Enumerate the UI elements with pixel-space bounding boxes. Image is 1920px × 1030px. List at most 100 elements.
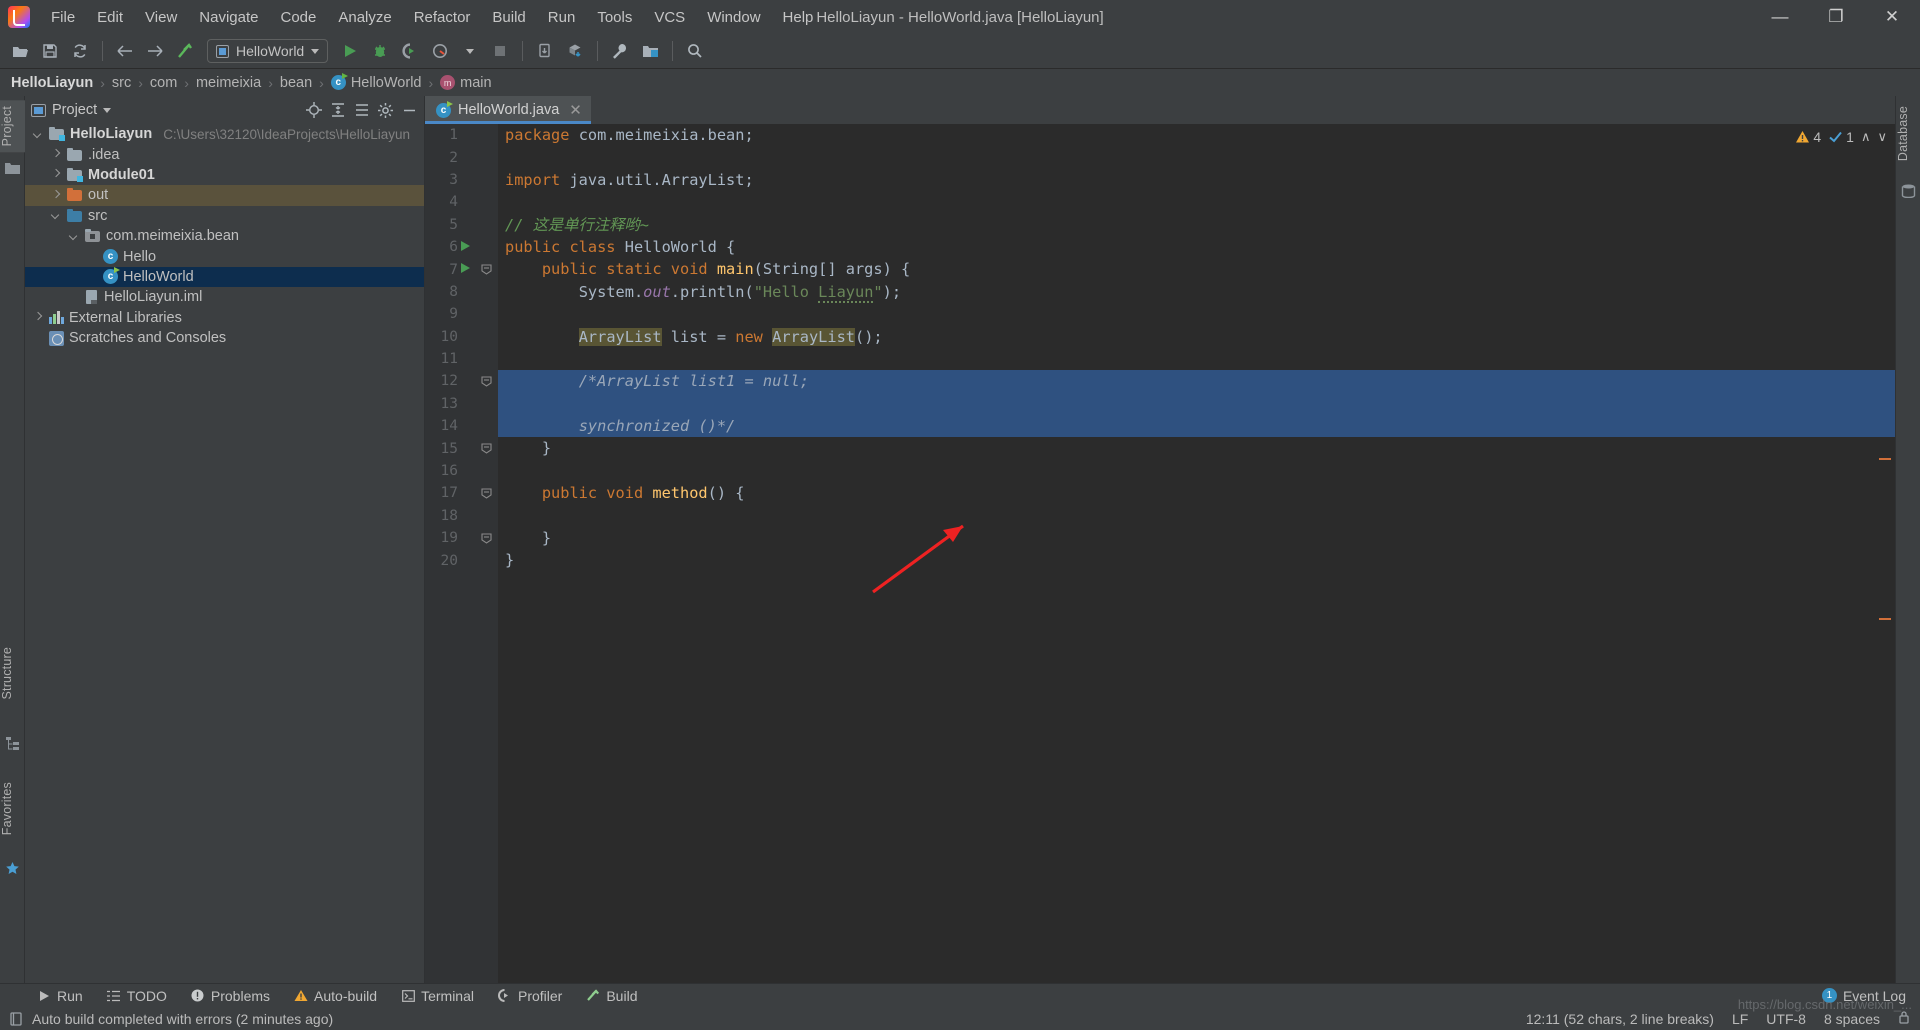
chevron-down-icon[interactable] <box>456 38 484 64</box>
editor-tab-helloworld[interactable]: c HelloWorld.java ✕ <box>425 96 591 124</box>
breadcrumb-item-meimeixia[interactable]: meimeixia <box>193 75 264 91</box>
search-everywhere-icon[interactable] <box>681 38 709 64</box>
star-icon[interactable] <box>5 861 20 876</box>
gutter-line[interactable]: 15 <box>425 437 498 459</box>
gutter-line[interactable]: 14 <box>425 415 498 437</box>
database-icon[interactable] <box>1901 184 1916 199</box>
file-encoding[interactable]: UTF-8 <box>1766 1011 1806 1027</box>
debug-button[interactable] <box>366 38 394 64</box>
tool-window-database[interactable]: Database <box>1896 100 1920 167</box>
next-problem-icon[interactable]: ∨ <box>1877 129 1887 145</box>
gutter-line[interactable]: 7 <box>425 258 498 280</box>
code-line[interactable]: // 这是单行注释哟~ <box>498 214 1895 236</box>
commit-icon[interactable] <box>561 38 589 64</box>
settings-wrench-icon[interactable] <box>606 38 634 64</box>
code-scroll-area[interactable]: package com.meimeixia.bean; import java.u… <box>498 124 1895 983</box>
code-line[interactable] <box>498 392 1895 416</box>
menu-item-navigate[interactable]: Navigate <box>188 5 269 30</box>
code-line[interactable]: ArrayList list = new ArrayList(); <box>498 326 1895 348</box>
menu-item-help[interactable]: Help <box>772 5 825 30</box>
close-icon[interactable]: ✕ <box>569 101 582 119</box>
open-folder-icon[interactable] <box>6 38 34 64</box>
inspection-widget[interactable]: 4 1 ∧ ∨ <box>1795 129 1887 145</box>
code-content[interactable]: package com.meimeixia.bean; import java.u… <box>498 124 1895 572</box>
bottom-tab-problems[interactable]: Problems <box>179 984 282 1008</box>
folder-icon[interactable] <box>5 162 20 177</box>
tool-window-favorites[interactable]: Favorites <box>0 776 25 841</box>
gutter-line[interactable]: 1 <box>425 124 498 146</box>
menu-item-refactor[interactable]: Refactor <box>403 5 482 30</box>
bottom-tab-build[interactable]: Build <box>574 984 649 1008</box>
gutter-line[interactable]: 11 <box>425 348 498 370</box>
code-line[interactable]: } <box>498 527 1895 549</box>
bottom-tab-auto-build[interactable]: Auto-build <box>282 984 389 1008</box>
breadcrumb-item-helloworld[interactable]: c HelloWorld <box>328 73 425 91</box>
fold-marker-icon[interactable] <box>481 375 492 387</box>
gear-icon[interactable] <box>377 102 394 119</box>
menu-item-run[interactable]: Run <box>537 5 587 30</box>
code-line[interactable]: /*ArrayList list1 = null; <box>498 370 1895 393</box>
change-marker[interactable] <box>1879 618 1891 620</box>
run-button[interactable] <box>336 38 364 64</box>
menu-item-vcs[interactable]: VCS <box>643 5 696 30</box>
bottom-tab-terminal[interactable]: Terminal <box>389 984 486 1008</box>
sync-icon[interactable] <box>66 38 94 64</box>
code-line[interactable] <box>498 348 1895 370</box>
line-separator[interactable]: LF <box>1732 1011 1748 1027</box>
chevron-down-icon[interactable] <box>69 231 80 242</box>
ok-count-group[interactable]: 1 <box>1828 129 1854 145</box>
hide-panel-icon[interactable] <box>401 102 418 119</box>
tree-node-helloworld[interactable]: c HelloWorld <box>25 266 424 288</box>
fold-marker-icon[interactable] <box>481 442 492 455</box>
gutter-line[interactable]: 3 <box>425 169 498 191</box>
gutter-line[interactable]: 8 <box>425 281 498 303</box>
tree-node-external-libraries[interactable]: External Libraries <box>25 308 424 328</box>
menu-item-view[interactable]: View <box>134 5 188 30</box>
gutter-line[interactable]: 5 <box>425 214 498 236</box>
collapse-all-icon[interactable] <box>353 102 370 119</box>
breadcrumb-item-src[interactable]: src <box>109 75 134 91</box>
expand-all-icon[interactable] <box>329 102 346 119</box>
menu-item-tools[interactable]: Tools <box>586 5 643 30</box>
menu-item-edit[interactable]: Edit <box>86 5 134 30</box>
fold-marker-icon[interactable] <box>481 487 492 499</box>
code-line[interactable]: public static void main(String[] args) { <box>498 258 1895 280</box>
code-line[interactable] <box>498 505 1895 527</box>
tree-node-com-meimeixia-bean[interactable]: com.meimeixia.bean <box>25 226 424 246</box>
code-line[interactable] <box>498 303 1895 325</box>
tree-node-out[interactable]: out <box>25 185 424 206</box>
menu-item-analyze[interactable]: Analyze <box>327 5 402 30</box>
bottom-tab-todo[interactable]: TODO <box>95 984 179 1008</box>
gutter-line[interactable]: 13 <box>425 393 498 415</box>
back-arrow-icon[interactable] <box>111 38 139 64</box>
prev-problem-icon[interactable]: ∧ <box>1861 129 1871 145</box>
tool-window-structure[interactable]: Structure <box>0 641 25 706</box>
project-structure-icon[interactable] <box>636 38 664 64</box>
code-line[interactable] <box>498 191 1895 213</box>
forward-arrow-icon[interactable] <box>141 38 169 64</box>
code-line[interactable]: } <box>498 549 1895 571</box>
build-project-icon[interactable] <box>171 38 199 64</box>
indent-setting[interactable]: 8 spaces <box>1824 1011 1880 1027</box>
gutter-line[interactable]: 6 <box>425 236 498 258</box>
locate-icon[interactable] <box>305 102 322 119</box>
gutter-line[interactable]: 16 <box>425 460 498 482</box>
maximize-button[interactable]: ❐ <box>1808 0 1864 34</box>
tree-node-module01[interactable]: Module01 <box>25 165 424 185</box>
gutter-line[interactable]: 18 <box>425 505 498 527</box>
code-line[interactable]: import java.util.ArrayList; <box>498 169 1895 191</box>
chevron-right-icon[interactable] <box>51 169 62 180</box>
code-line[interactable] <box>498 146 1895 168</box>
gutter-line[interactable]: 2 <box>425 146 498 168</box>
code-line[interactable]: public class HelloWorld { <box>498 236 1895 258</box>
gutter-line[interactable]: 12 <box>425 370 513 392</box>
warning-count-group[interactable]: 4 <box>1795 129 1821 145</box>
gutter-line[interactable]: 4 <box>425 191 498 213</box>
chevron-down-icon[interactable] <box>51 210 62 221</box>
close-button[interactable]: ✕ <box>1864 0 1920 34</box>
gutter-line[interactable]: 17 <box>425 482 498 504</box>
breadcrumb-item-helloliayun[interactable]: HelloLiayun <box>8 75 96 91</box>
run-configuration-selector[interactable]: HelloWorld <box>207 39 329 63</box>
chevron-right-icon[interactable] <box>51 190 62 201</box>
chevron-right-icon[interactable] <box>51 149 62 160</box>
